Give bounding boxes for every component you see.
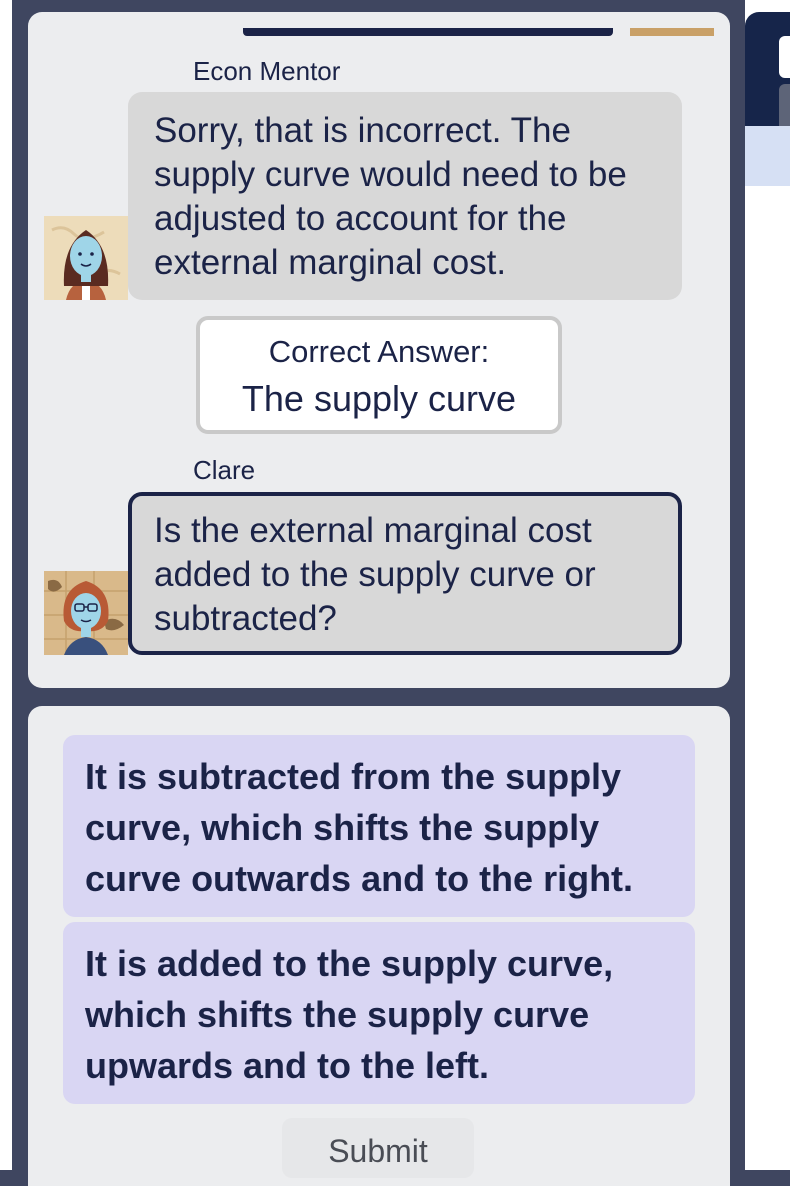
right-panel — [745, 0, 790, 1170]
mentor-message-bubble: Sorry, that is incorrect. The supply cur… — [128, 92, 682, 300]
right-panel-chip[interactable] — [779, 36, 790, 78]
right-panel-chip[interactable] — [779, 84, 790, 126]
clare-avatar-icon — [44, 571, 128, 655]
chat-card: Econ Mentor Sorry, that is incorrect. Th… — [28, 12, 730, 688]
answer-option-2[interactable]: It is added to the supply curve, which s… — [63, 922, 695, 1104]
submit-button[interactable]: Submit — [282, 1118, 474, 1178]
right-panel-strip — [745, 126, 790, 186]
scroll-indicator — [243, 28, 613, 36]
mentor-avatar-icon — [44, 216, 128, 300]
speaker-name-clare: Clare — [193, 455, 256, 485]
correct-answer-label: Correct Answer: — [268, 334, 490, 369]
options-card: It is subtracted from the supply curve, … — [28, 706, 730, 1186]
previous-avatar-thumbnail — [630, 28, 714, 36]
clare-message-bubble: Is the external marginal cost added to t… — [128, 492, 682, 655]
correct-answer-box: Correct Answer: The supply curve — [196, 316, 562, 434]
answer-option-1[interactable]: It is subtracted from the supply curve, … — [63, 735, 695, 917]
correct-answer-value: The supply curve — [241, 378, 517, 419]
speaker-name-mentor: Econ Mentor — [193, 56, 341, 86]
window-edge — [0, 0, 12, 1170]
